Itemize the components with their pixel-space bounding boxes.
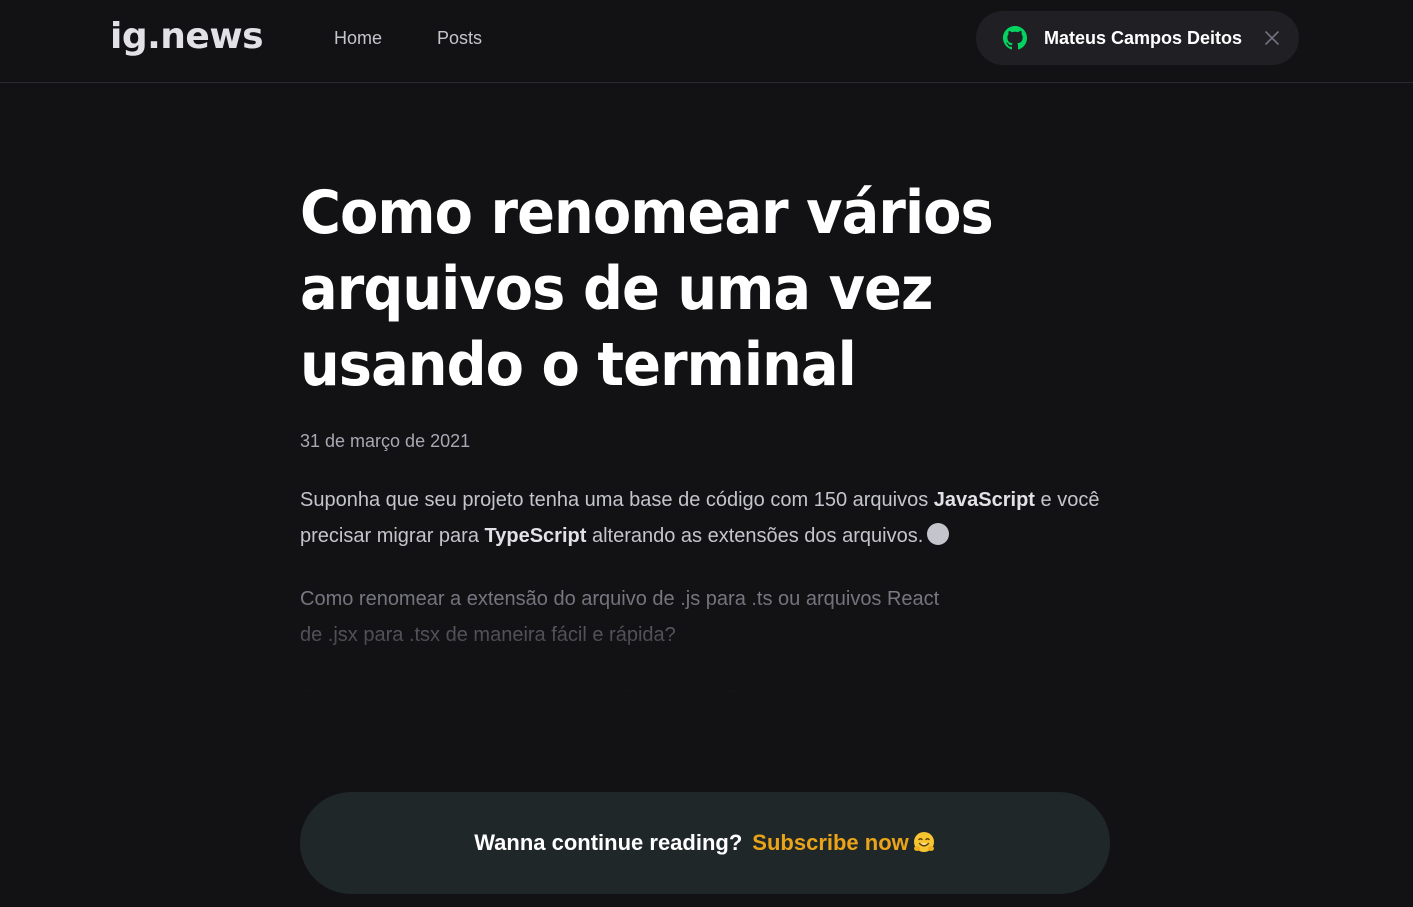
paragraph-2: Como renomear a extensão do arquivo de .… <box>300 588 940 646</box>
emoji-icon <box>927 523 950 545</box>
header: ig.news Home Posts Mateus Campos Deitos <box>0 0 1413 83</box>
main-nav: Home Posts <box>334 27 482 49</box>
p1-text-e: alterando as extensões dos arquivos. <box>586 525 924 547</box>
post-title: Como renomear vários arquivos de uma vez… <box>300 178 994 400</box>
logo[interactable]: ig.news <box>110 16 264 57</box>
p1-bold-typescript: TypeScript <box>484 525 587 547</box>
logo-main: ig <box>110 16 148 57</box>
post-article: Como renomear vários arquivos de uma vez… <box>300 175 1120 743</box>
cta-text: Wanna continue reading? <box>474 830 743 855</box>
logo-rest: news <box>160 16 264 57</box>
subscribe-cta: Wanna continue reading? Subscribe now <box>300 792 1110 894</box>
nav-home[interactable]: Home <box>334 27 382 49</box>
paragraph-3: Fazer isso manualmente é inviável! E, pa… <box>300 687 1034 709</box>
sign-in-button[interactable]: Mateus Campos Deitos <box>976 11 1299 65</box>
p1-bold-javascript: JavaScript <box>933 489 1035 511</box>
nav-posts[interactable]: Posts <box>437 27 482 49</box>
post-date: 31 de março de 2021 <box>300 431 471 451</box>
hugging-face-icon <box>912 831 936 855</box>
github-icon <box>1003 26 1027 50</box>
close-icon[interactable] <box>1264 30 1280 46</box>
user-name: Mateus Campos Deitos <box>1044 27 1243 48</box>
subscribe-link[interactable]: Subscribe now <box>752 830 908 856</box>
post-content: Suponha que seu projeto tenha uma base d… <box>300 482 1120 716</box>
logo-dot: . <box>147 16 161 57</box>
p1-text-a: Suponha que seu projeto tenha uma base d… <box>300 489 934 511</box>
paragraph-1: Suponha que seu projeto tenha uma base d… <box>300 482 1120 554</box>
